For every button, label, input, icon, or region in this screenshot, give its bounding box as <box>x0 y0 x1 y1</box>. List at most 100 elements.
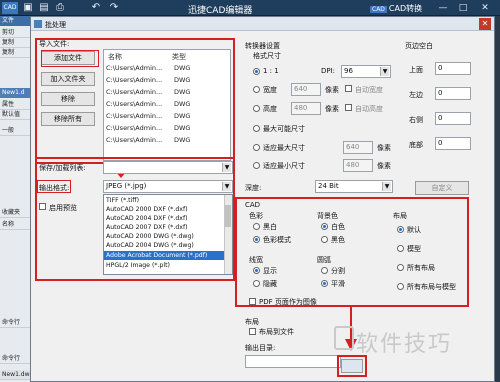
depth-select[interactable]: 24 Bit ▼ <box>315 180 393 193</box>
arc-split-label: 分割 <box>331 267 345 275</box>
layout-all-model-radio[interactable] <box>397 283 404 290</box>
margin-top-input[interactable]: 0 <box>435 62 471 75</box>
margin-right-label: 右侧 <box>409 116 423 124</box>
width-label: 宽度 <box>263 86 277 94</box>
color-title: 色彩 <box>249 212 263 220</box>
layout-title: 布局 <box>393 212 407 220</box>
new-file-icon[interactable]: ▤ <box>38 2 50 14</box>
command-line-label-2: 命令行 <box>0 354 30 364</box>
fit-max-unit: 像素 <box>377 144 391 152</box>
app-title-bar: CAD ▣ ▤ ⎙ ↶ ↷ 迅捷CAD编辑器 CAD CAD转换 — □ ✕ <box>0 0 500 16</box>
dpi-value: 96 <box>344 67 353 75</box>
fit-min-input[interactable]: 480 <box>343 159 373 172</box>
height-label: 高度 <box>263 105 277 113</box>
chevron-down-icon: ▼ <box>382 182 391 191</box>
minimize-icon[interactable]: — <box>436 2 450 14</box>
cut-item[interactable]: 剪切 <box>0 28 30 38</box>
save-icon[interactable]: ▣ <box>22 2 34 14</box>
layout-section-label: 布局 <box>245 318 259 326</box>
add-file-highlight <box>41 50 99 67</box>
format-size-label: 格式尺寸 <box>253 52 281 60</box>
close-icon[interactable]: ✕ <box>478 2 492 14</box>
batch-icon <box>34 20 42 28</box>
depth-label: 深度: <box>245 184 262 192</box>
linewidth-title: 线宽 <box>249 256 263 264</box>
height-radio[interactable] <box>253 105 260 112</box>
margin-left-input[interactable]: 0 <box>435 87 471 100</box>
output-dir-input[interactable] <box>245 355 341 368</box>
favorites-label: 收藏夹 <box>0 208 30 218</box>
maximize-icon[interactable]: □ <box>456 2 470 14</box>
custom-button[interactable]: 自定义 <box>415 181 469 195</box>
layout-default-label: 默认 <box>407 226 421 234</box>
color-bw-radio[interactable] <box>253 223 260 230</box>
app-title: 迅捷CAD编辑器 <box>188 6 253 16</box>
margin-right-input[interactable]: 0 <box>435 112 471 125</box>
arc-split-radio[interactable] <box>321 267 328 274</box>
depth-value: 24 Bit <box>318 182 339 190</box>
width-unit: 像素 <box>325 86 339 94</box>
margin-bottom-label: 底部 <box>409 141 423 149</box>
arc-title: 圆弧 <box>317 256 331 264</box>
auto-width-label: 自动宽度 <box>355 86 383 94</box>
width-radio[interactable] <box>253 86 260 93</box>
ratio-label: 1 : 1 <box>263 67 279 75</box>
color-mode-label: 色彩模式 <box>263 236 291 244</box>
height-unit: 像素 <box>325 105 339 113</box>
pdf-as-image-label: PDF 页面作为图像 <box>259 298 317 306</box>
print-icon[interactable]: ⎙ <box>54 2 66 14</box>
default-value-label: 默认值 <box>0 110 30 120</box>
status-filename: New1.dwg <box>0 370 34 380</box>
app-logo[interactable]: CAD <box>2 2 18 14</box>
fit-min-radio[interactable] <box>253 162 260 169</box>
watermark-text: 软件技巧 <box>356 332 453 357</box>
dpi-select[interactable]: 96 ▼ <box>341 65 391 78</box>
layout-all-label: 所有布局 <box>407 264 435 272</box>
chevron-down-icon: ▼ <box>380 67 389 76</box>
ratio-radio[interactable] <box>253 68 260 75</box>
bg-white-radio[interactable] <box>321 223 328 230</box>
cad-convert-button[interactable]: CAD CAD转换 <box>370 3 422 14</box>
layout-to-file-checkbox[interactable] <box>249 328 256 335</box>
margin-bottom-input[interactable]: 0 <box>435 137 471 150</box>
copy-item-2[interactable]: 复制 <box>0 48 30 58</box>
bg-black-radio[interactable] <box>321 236 328 243</box>
max-size-radio[interactable] <box>253 125 260 132</box>
properties-label: 属性 <box>0 100 30 110</box>
fit-max-radio[interactable] <box>253 144 260 151</box>
file-tab[interactable]: 文件 <box>0 16 30 26</box>
watermark-icon <box>334 326 354 350</box>
layout-default-radio[interactable] <box>397 226 404 233</box>
pdf-as-image-checkbox[interactable] <box>249 298 256 305</box>
dialog-title-bar: 批处理 ✕ <box>31 17 494 31</box>
layout-to-file-label: 布局到文件 <box>259 328 294 336</box>
auto-width-checkbox[interactable] <box>345 85 352 92</box>
layout-model-radio[interactable] <box>397 245 404 252</box>
color-bw-label: 黑白 <box>263 223 277 231</box>
width-input[interactable]: 640 <box>291 83 321 96</box>
copy-item[interactable]: 复制 <box>0 38 30 48</box>
output-dir-label: 输出目录: <box>245 344 276 352</box>
lw-show-radio[interactable] <box>253 267 260 274</box>
layout-all-model-label: 所有布局与模型 <box>407 283 456 291</box>
redo-icon[interactable]: ↷ <box>108 2 120 14</box>
auto-height-checkbox[interactable] <box>345 104 352 111</box>
doc-tab[interactable]: New1.d <box>0 88 30 98</box>
cad-convert-label: CAD转换 <box>388 4 423 13</box>
fit-max-label: 适应最大尺寸 <box>263 144 305 152</box>
lw-hide-radio[interactable] <box>253 280 260 287</box>
general-section[interactable]: 一般 <box>0 126 30 136</box>
height-input[interactable]: 480 <box>291 102 321 115</box>
margins-title: 页边空白 <box>405 42 433 50</box>
layout-all-radio[interactable] <box>397 264 404 271</box>
max-size-label: 最大可能尺寸 <box>263 125 305 133</box>
arc-smooth-radio[interactable] <box>321 280 328 287</box>
color-mode-radio[interactable] <box>253 236 260 243</box>
lw-show-label: 显示 <box>263 267 277 275</box>
undo-icon[interactable]: ↶ <box>90 2 102 14</box>
output-format-label-highlight <box>37 180 71 193</box>
ok-button[interactable] <box>341 359 363 373</box>
fit-max-input[interactable]: 640 <box>343 141 373 154</box>
fit-min-label: 适应最小尺寸 <box>263 162 305 170</box>
dialog-close-icon[interactable]: ✕ <box>479 18 491 30</box>
